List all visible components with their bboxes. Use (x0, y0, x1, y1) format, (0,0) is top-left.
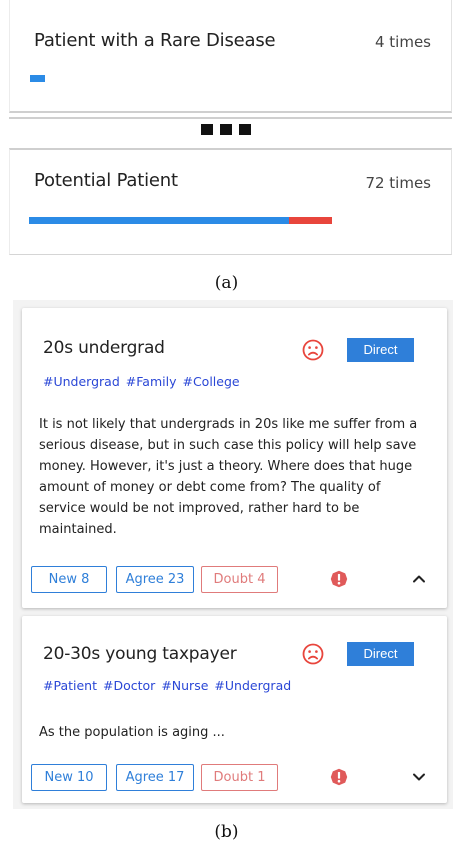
comment-card: 20s undergrad Direct #Undergrad #Family … (22, 308, 447, 608)
figure-caption-a: (a) (214, 273, 239, 293)
group-card-rare-disease[interactable]: Patient with a Rare Disease 4 times (9, 0, 452, 113)
tag-undergrad[interactable]: #Undergrad (214, 678, 291, 693)
new-button[interactable]: New 10 (31, 764, 107, 791)
group-title: Potential Patient (34, 170, 178, 191)
comment-author-group: 20s undergrad (43, 338, 165, 358)
tag-family[interactable]: #Family (126, 374, 177, 389)
group-card-potential-patient[interactable]: Potential Patient 72 times (9, 148, 452, 255)
alert-icon[interactable] (330, 570, 348, 588)
group-count: 72 times (365, 174, 431, 192)
sad-face-icon (302, 643, 324, 665)
new-button[interactable]: New 8 (31, 566, 107, 593)
group-count: 4 times (374, 33, 431, 51)
tag-list: #Undergrad #Family #College (43, 374, 240, 389)
agree-button[interactable]: Agree 23 (116, 566, 194, 593)
doubt-button[interactable]: Doubt 4 (201, 566, 278, 593)
agree-button[interactable]: Agree 17 (116, 764, 194, 791)
comment-card: 20-30s young taxpayer Direct #Patient #D… (22, 616, 447, 803)
comment-panel: 20s undergrad Direct #Undergrad #Family … (13, 300, 453, 809)
group-title: Patient with a Rare Disease (34, 30, 276, 51)
alert-icon[interactable] (330, 768, 348, 786)
figure-caption-b: (b) (214, 822, 239, 842)
direct-button[interactable]: Direct (347, 642, 414, 666)
chevron-down-icon[interactable] (412, 770, 426, 784)
share-bar-red (289, 217, 332, 224)
tag-undergrad[interactable]: #Undergrad (43, 374, 120, 389)
tag-doctor[interactable]: #Doctor (103, 678, 155, 693)
tag-nurse[interactable]: #Nurse (161, 678, 208, 693)
tag-patient[interactable]: #Patient (43, 678, 97, 693)
doubt-button[interactable]: Doubt 1 (201, 764, 278, 791)
ellipsis-icon (201, 124, 251, 135)
sad-face-icon (302, 339, 324, 361)
tag-list: #Patient #Doctor #Nurse #Undergrad (43, 678, 291, 693)
tag-college[interactable]: #College (182, 374, 239, 389)
comment-author-group: 20-30s young taxpayer (43, 644, 237, 664)
comment-text: It is not likely that undergrads in 20s … (39, 417, 418, 537)
share-bar-blue (29, 217, 289, 224)
chevron-up-icon[interactable] (412, 572, 426, 586)
divider (9, 117, 452, 119)
share-bar-blue (30, 75, 45, 82)
comment-text: As the population is aging ... (39, 725, 225, 740)
direct-button[interactable]: Direct (347, 338, 414, 362)
